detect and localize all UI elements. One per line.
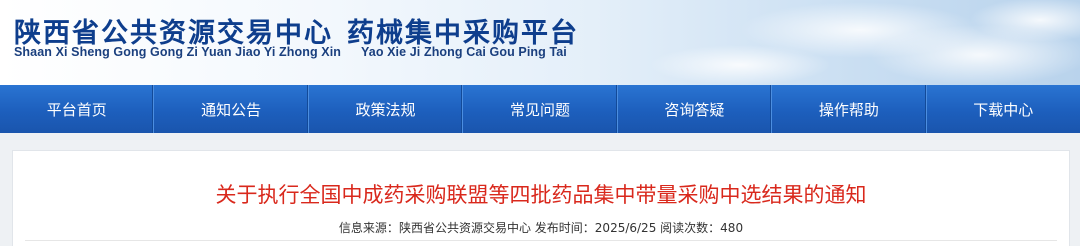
meta-views-value: 480 [720,221,744,235]
site-title-pinyin-part2: Yao Xie Ji Zhong Cai Gou Ping Tai [361,45,567,59]
meta-views-label: 阅读次数： [660,221,721,235]
meta-source-label: 信息来源： [338,221,399,235]
article-panel: 关于执行全国中成药采购联盟等四批药品集中带量采购中选结果的通知 信息来源：陕西省… [12,150,1070,246]
meta-divider [25,240,1057,241]
site-title-pinyin-part1: Shaan Xi Sheng Gong Gong Zi Yuan Jiao Yi… [14,45,342,59]
nav-item-home[interactable]: 平台首页 [0,85,155,133]
meta-publish-value: 2025/6/25 [594,221,657,235]
nav-item-notices[interactable]: 通知公告 [154,85,309,133]
nav-item-help[interactable]: 操作帮助 [772,85,927,133]
nav-item-faq[interactable]: 常见问题 [463,85,618,133]
nav-item-policies[interactable]: 政策法规 [309,85,464,133]
article-meta: 信息来源：陕西省公共资源交易中心 发布时间：2025/6/25 阅读次数：480 [13,219,1069,236]
meta-publish-label: 发布时间： [534,221,595,235]
main-nav: 平台首页 通知公告 政策法规 常见问题 咨询答疑 操作帮助 下载中心 [0,85,1080,133]
header-banner: 陕西省公共资源交易中心 药械集中采购平台 Shaan Xi Sheng Gong … [0,0,1080,85]
nav-item-downloads[interactable]: 下载中心 [927,85,1080,133]
nav-item-consultation[interactable]: 咨询答疑 [618,85,773,133]
article-title: 关于执行全国中成药采购联盟等四批药品集中带量采购中选结果的通知 [215,183,867,207]
site-title-pinyin: Shaan Xi Sheng Gong Gong Zi Yuan Jiao Yi… [14,45,567,59]
meta-source-value: 陕西省公共资源交易中心 [398,221,531,235]
